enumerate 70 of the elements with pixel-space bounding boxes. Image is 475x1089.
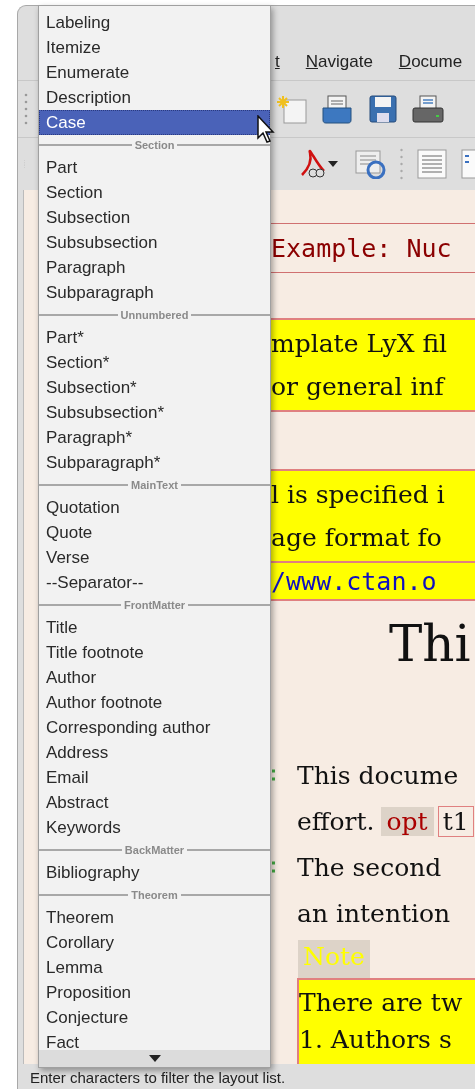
- layout-option[interactable]: Subparagraph*: [39, 450, 270, 475]
- layout-option[interactable]: Lemma: [39, 955, 270, 980]
- inset-box: t1: [437, 805, 474, 837]
- url-text: /www.ctan.o: [271, 563, 475, 601]
- paragraph-text: an intention: [297, 898, 451, 928]
- layout-option[interactable]: Corollary: [39, 930, 270, 955]
- note-text-line: l is specified i: [271, 479, 446, 511]
- optional-inset: opt: [380, 806, 434, 836]
- list-icon[interactable]: [461, 149, 475, 179]
- layout-option[interactable]: Subsubsection*: [39, 400, 270, 425]
- save-icon[interactable]: [368, 94, 398, 124]
- paragraph-text: The second: [297, 852, 442, 882]
- scroll-down-icon[interactable]: [148, 1055, 161, 1062]
- layout-option[interactable]: Email: [39, 765, 270, 790]
- printer-icon[interactable]: [412, 94, 444, 124]
- layout-option[interactable]: Quote: [39, 520, 270, 545]
- note-text-line: or general inf: [271, 371, 447, 403]
- menu-item[interactable]: t: [275, 52, 280, 72]
- layout-option[interactable]: Abstract: [39, 790, 270, 815]
- layout-option[interactable]: Author footnote: [39, 690, 270, 715]
- open-tray-icon[interactable]: [322, 94, 354, 124]
- group-heading: FrontMatter: [123, 599, 186, 611]
- layout-option[interactable]: Verse: [39, 545, 270, 570]
- layout-option[interactable]: Author: [39, 665, 270, 690]
- toolbar-grip-icon[interactable]: [24, 92, 28, 126]
- layout-option[interactable]: Part: [39, 155, 270, 180]
- layout-option[interactable]: Description: [39, 85, 270, 110]
- layout-option[interactable]: Part*: [39, 325, 270, 350]
- note-label: Note: [298, 940, 370, 978]
- layout-option[interactable]: Proposition: [39, 980, 270, 1005]
- note-text-line: age format fo: [271, 522, 443, 554]
- layout-option[interactable]: Section: [39, 180, 270, 205]
- layout-option[interactable]: --Separator--: [39, 570, 270, 595]
- group-heading: Unnumbered: [120, 309, 189, 321]
- group-heading: Section: [134, 139, 175, 151]
- layout-option[interactable]: Conjecture: [39, 1005, 270, 1030]
- toolbar-separator-icon: [400, 147, 403, 181]
- paragraph-text: effort.: [297, 806, 375, 836]
- layout-option[interactable]: Labeling: [39, 10, 270, 35]
- note-text-line: mplate LyX fil: [271, 328, 449, 360]
- layout-option[interactable]: Subparagraph: [39, 280, 270, 305]
- menu-item[interactable]: Docume: [398, 52, 463, 72]
- layout-option[interactable]: Keywords: [39, 815, 270, 840]
- layout-option[interactable]: Theorem: [39, 905, 270, 930]
- layout-option[interactable]: Title footnote: [39, 640, 270, 665]
- note-text-line: 1. Authors s: [299, 1024, 453, 1056]
- layout-option[interactable]: Subsubsection: [39, 230, 270, 255]
- group-heading: Theorem: [131, 889, 178, 901]
- layout-option[interactable]: Fact: [39, 1030, 270, 1050]
- group-heading: BackMatter: [124, 844, 185, 856]
- mouse-pointer-icon: [257, 115, 275, 143]
- layout-option[interactable]: Subsection*: [39, 375, 270, 400]
- paragraph-text: This docume: [297, 760, 459, 790]
- layout-option[interactable]: Bibliography: [39, 860, 270, 885]
- layout-option[interactable]: Paragraph: [39, 255, 270, 280]
- layout-option[interactable]: Section*: [39, 350, 270, 375]
- group-heading: MainText: [131, 479, 178, 491]
- layout-option[interactable]: Itemize: [39, 35, 270, 60]
- layout-option[interactable]: Corresponding author: [39, 715, 270, 740]
- note-text-line: There are tw: [299, 987, 464, 1019]
- layout-option[interactable]: Subsection: [39, 205, 270, 230]
- document-heading: Thi: [388, 614, 472, 675]
- layout-option[interactable]: Paragraph*: [39, 425, 270, 450]
- update-document-icon[interactable]: [354, 149, 386, 179]
- layout-option[interactable]: Case: [39, 110, 270, 135]
- layout-option[interactable]: Title: [39, 615, 270, 640]
- layout-option[interactable]: Enumerate: [39, 60, 270, 85]
- menu-item[interactable]: Navigate: [305, 52, 373, 72]
- layout-option[interactable]: Address: [39, 740, 270, 765]
- layout-option[interactable]: Quotation: [39, 495, 270, 520]
